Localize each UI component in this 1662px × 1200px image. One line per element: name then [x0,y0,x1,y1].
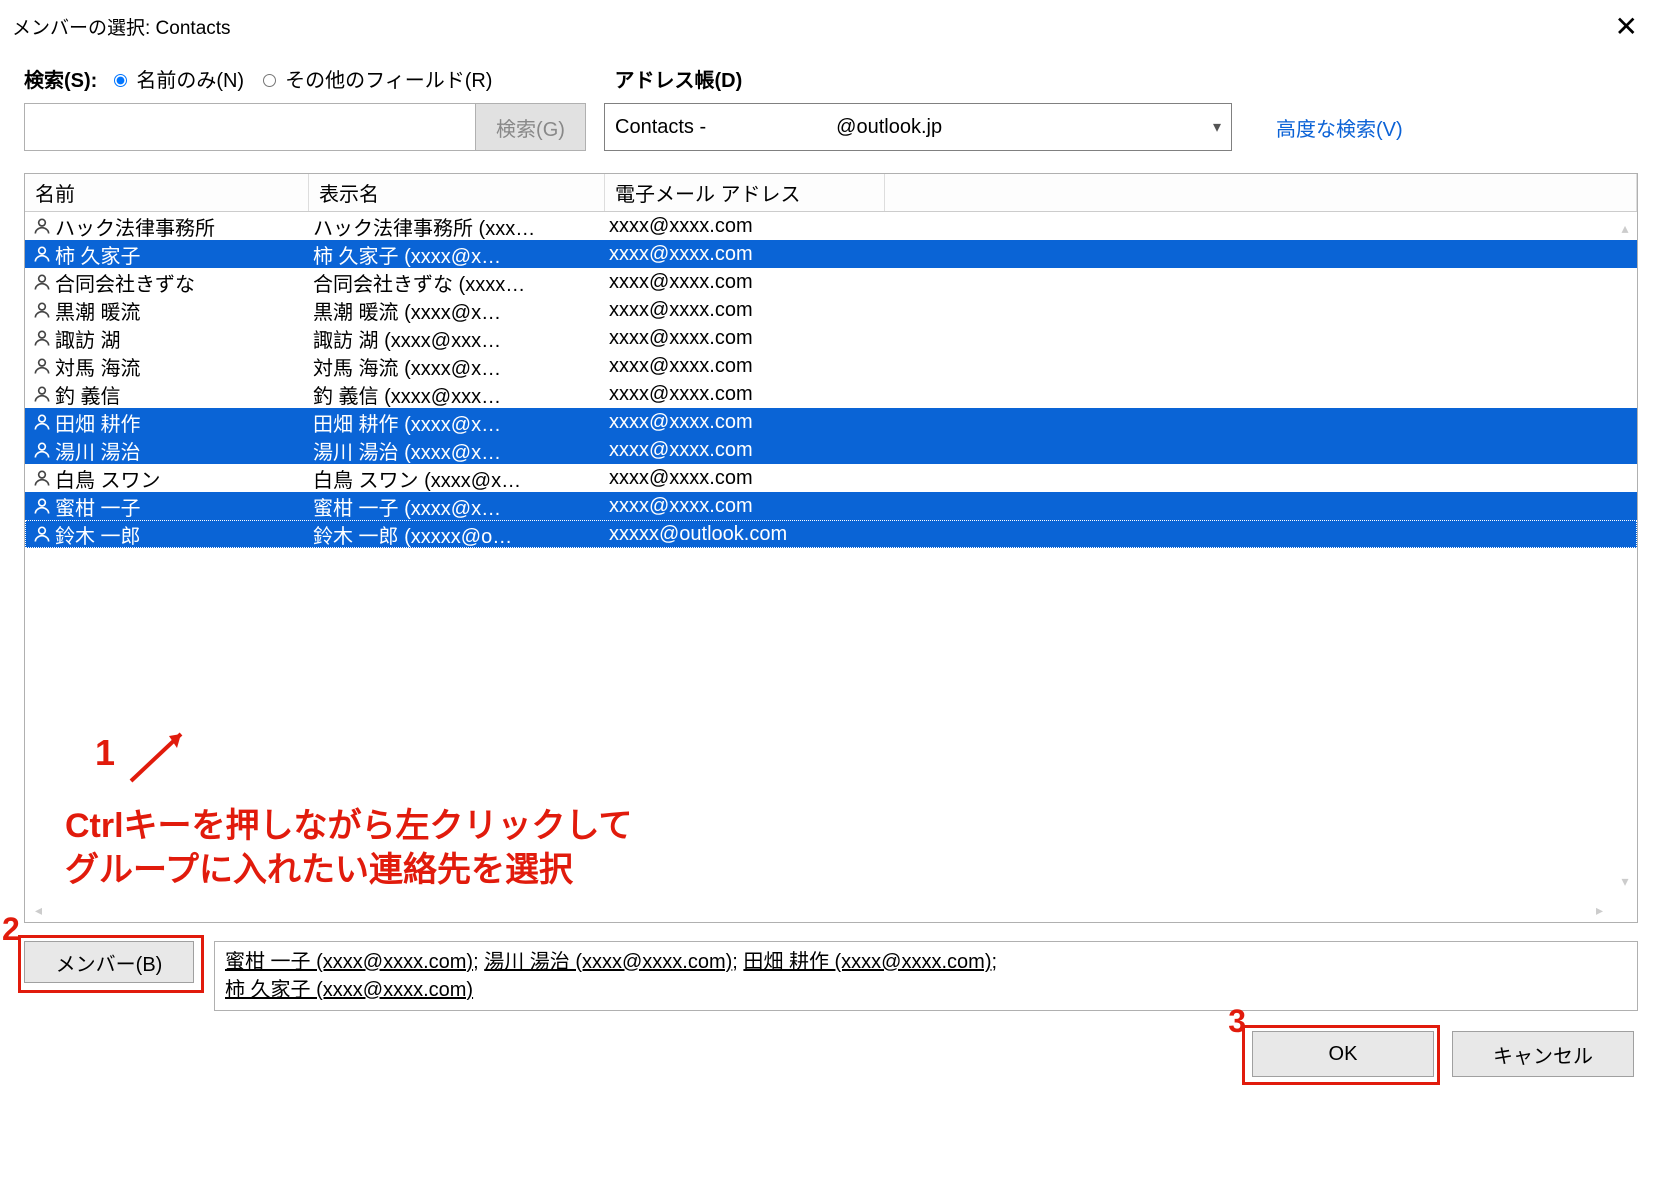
person-icon [29,468,55,488]
radio-other-input[interactable] [263,74,276,87]
row-display: 蜜柑 一子 (xxxx@x… [313,492,609,521]
window-title: メンバーの選択: Contacts [12,13,231,40]
row-display: 湯川 湯治 (xxxx@x… [313,436,609,465]
column-display[interactable]: 表示名 [309,174,605,211]
table-row[interactable]: 合同会社きずな合同会社きずな (xxxx…xxxx@xxxx.com [25,268,1637,296]
horizontal-scrollbar[interactable]: ◂ ▸ [25,898,1613,922]
close-icon[interactable]: ✕ [1603,6,1650,47]
advanced-search-link[interactable]: 高度な検索(V) [1276,113,1403,142]
row-name: 諏訪 湖 [55,324,313,353]
search-input[interactable] [25,104,475,150]
member-item: 田畑 耕作 (xxxx@xxxx.com) [743,951,991,973]
radio-other-fields[interactable]: その他のフィールド(R) [258,64,492,93]
row-name: 蜜柑 一子 [55,492,313,521]
row-name: 合同会社きずな [55,268,313,297]
row-name: 田畑 耕作 [55,408,313,437]
table-row[interactable]: 黒潮 暖流黒潮 暖流 (xxxx@x…xxxx@xxxx.com [25,296,1637,324]
person-icon [29,272,55,292]
row-display: 柿 久家子 (xxxx@x… [313,240,609,269]
row-name: 黒潮 暖流 [55,296,313,325]
members-button[interactable]: メンバー(B) [24,941,194,983]
radio-name-only-label: 名前のみ(N) [136,64,244,93]
radio-other-label: その他のフィールド(R) [285,64,492,93]
column-name[interactable]: 名前 [25,174,309,211]
table-row[interactable]: 蜜柑 一子蜜柑 一子 (xxxx@x…xxxx@xxxx.com [25,492,1637,520]
row-email: xxxx@xxxx.com [609,215,1637,238]
row-display: 諏訪 湖 (xxxx@xxx… [313,324,609,353]
row-display: 対馬 海流 (xxxx@x… [313,352,609,381]
row-email: xxxx@xxxx.com [609,439,1637,462]
person-icon [29,328,55,348]
row-display: 田畑 耕作 (xxxx@x… [313,408,609,437]
radio-name-only[interactable]: 名前のみ(N) [109,64,244,93]
table-row[interactable]: 対馬 海流対馬 海流 (xxxx@x…xxxx@xxxx.com [25,352,1637,380]
person-icon [29,216,55,236]
person-icon [29,356,55,376]
person-icon [29,300,55,320]
address-book-prefix: Contacts - [615,116,706,139]
row-email: xxxx@xxxx.com [609,271,1637,294]
table-row[interactable]: 鈴木 一郎鈴木 一郎 (xxxxx@o…xxxxx@outlook.com [25,520,1637,548]
address-book-label: アドレス帳(D) [614,64,742,93]
row-display: 釣 義信 (xxxx@xxx… [313,380,609,409]
row-email: xxxx@xxxx.com [609,243,1637,266]
row-display: 黒潮 暖流 (xxxx@x… [313,296,609,325]
row-email: xxxx@xxxx.com [609,299,1637,322]
person-icon [29,496,55,516]
scroll-up-icon[interactable]: ▴ [1621,220,1628,237]
person-icon [29,440,55,460]
contact-list: 名前 表示名 電子メール アドレス ハック法律事務所ハック法律事務所 (xxx…… [24,173,1638,923]
scroll-left-icon[interactable]: ◂ [35,902,42,919]
row-display: ハック法律事務所 (xxx… [313,212,609,241]
row-email: xxxx@xxxx.com [609,467,1637,490]
member-item: 蜜柑 一子 (xxxx@xxxx.com) [225,951,473,973]
row-name: 白鳥 スワン [55,464,313,493]
search-label: 検索(S): [24,64,97,93]
row-display: 白鳥 スワン (xxxx@x… [313,464,609,493]
search-button: 検索(G) [475,104,585,150]
person-icon [29,412,55,432]
list-header: 名前 表示名 電子メール アドレス [25,174,1637,212]
table-row[interactable]: ハック法律事務所ハック法律事務所 (xxx…xxxx@xxxx.com [25,212,1637,240]
row-name: ハック法律事務所 [55,212,313,241]
ok-button[interactable]: OK [1252,1031,1434,1077]
member-item: 湯川 湯治 (xxxx@xxxx.com) [484,951,732,973]
row-email: xxxx@xxxx.com [609,383,1637,406]
search-input-group: 検索(G) [24,103,586,151]
person-icon [29,524,55,544]
radio-name-only-input[interactable] [114,74,127,87]
person-icon [29,244,55,264]
row-name: 柿 久家子 [55,240,313,269]
row-name: 対馬 海流 [55,352,313,381]
row-display: 合同会社きずな (xxxx… [313,268,609,297]
vertical-scrollbar[interactable]: ▴ ▾ [1613,214,1637,896]
address-book-suffix: @outlook.jp [836,116,942,139]
row-email: xxxxx@outlook.com [609,523,1637,546]
members-field[interactable]: 蜜柑 一子 (xxxx@xxxx.com); 湯川 湯治 (xxxx@xxxx.… [214,941,1638,1011]
table-row[interactable]: 釣 義信釣 義信 (xxxx@xxx…xxxx@xxxx.com [25,380,1637,408]
row-email: xxxx@xxxx.com [609,327,1637,350]
chevron-down-icon: ▾ [1213,117,1221,137]
row-email: xxxx@xxxx.com [609,355,1637,378]
member-item: 柿 久家子 (xxxx@xxxx.com) [225,979,473,1001]
table-row[interactable]: 柿 久家子柿 久家子 (xxxx@x…xxxx@xxxx.com [25,240,1637,268]
row-name: 釣 義信 [55,380,313,409]
column-email[interactable]: 電子メール アドレス [605,174,885,211]
table-row[interactable]: 湯川 湯治湯川 湯治 (xxxx@x…xxxx@xxxx.com [25,436,1637,464]
address-book-combo[interactable]: Contacts - @outlook.jp ▾ [604,103,1232,151]
table-row[interactable]: 諏訪 湖諏訪 湖 (xxxx@xxx…xxxx@xxxx.com [25,324,1637,352]
annotation-number-2: 2 [2,911,20,948]
table-row[interactable]: 田畑 耕作田畑 耕作 (xxxx@x…xxxx@xxxx.com [25,408,1637,436]
cancel-button[interactable]: キャンセル [1452,1031,1634,1077]
row-email: xxxx@xxxx.com [609,411,1637,434]
person-icon [29,384,55,404]
scroll-down-icon[interactable]: ▾ [1621,873,1628,890]
row-email: xxxx@xxxx.com [609,495,1637,518]
scroll-right-icon[interactable]: ▸ [1596,902,1603,919]
table-row[interactable]: 白鳥 スワン白鳥 スワン (xxxx@x…xxxx@xxxx.com [25,464,1637,492]
row-name: 湯川 湯治 [55,436,313,465]
row-name: 鈴木 一郎 [55,520,313,549]
column-spacer [885,174,1637,211]
row-display: 鈴木 一郎 (xxxxx@o… [313,520,609,549]
